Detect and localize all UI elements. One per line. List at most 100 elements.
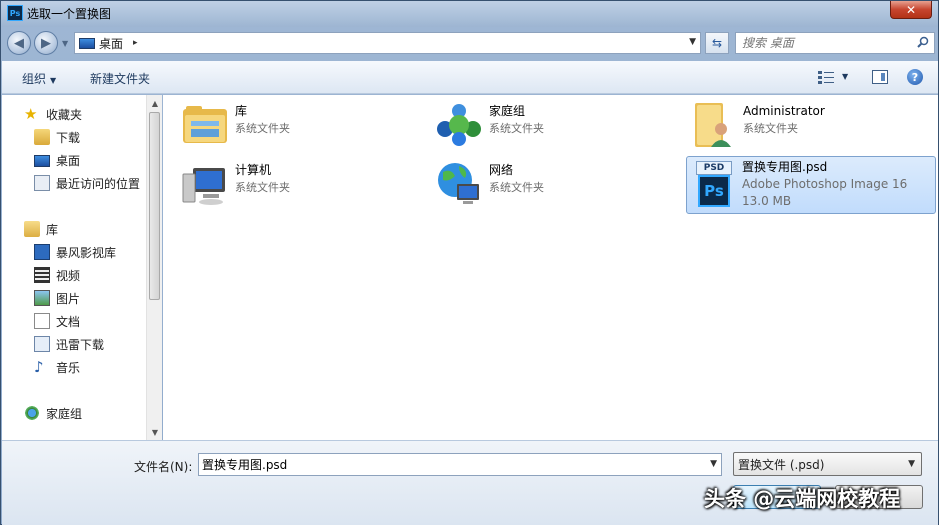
filename-dropdown-icon[interactable]: ▼	[710, 459, 717, 469]
nav-favorites[interactable]: ★ 收藏夹	[24, 104, 82, 124]
video-library-icon	[34, 244, 50, 260]
nav-favorites-label: 收藏夹	[46, 107, 83, 122]
list-item-psd-file[interactable]: PSD Ps 置换专用图.psd Adobe Photoshop Image 1…	[686, 156, 936, 214]
scrollbar-thumb[interactable]	[149, 112, 160, 300]
scroll-up-icon[interactable]: ▲	[147, 95, 163, 111]
address-bar[interactable]: 桌面 ▸ ▼	[74, 32, 701, 54]
title-bar: Ps 选取一个置换图 ✕	[1, 1, 938, 27]
psd-label: PSD	[696, 161, 732, 175]
homegroup-icon	[24, 405, 40, 421]
nav-item-thunder-downloads[interactable]: 迅雷下载	[34, 334, 104, 354]
recent-places-icon	[34, 175, 50, 191]
file-name-bar: 文件名(N): ▼ 置换文件 (.psd) ▼ 头条 @云端网校教程	[2, 440, 938, 525]
organize-menu[interactable]: 组织 ▼	[22, 70, 56, 87]
nav-item-label: 迅雷下载	[56, 337, 105, 352]
list-item-network[interactable]: 网络 系统文件夹	[435, 160, 544, 208]
watermark-text: 头条 @云端网校教程	[704, 487, 901, 511]
nav-item-label: 最近访问的位置	[56, 176, 141, 191]
nav-item-baofeng-library[interactable]: 暴风影视库	[34, 242, 116, 262]
list-item-homegroup[interactable]: 家庭组 系统文件夹	[435, 101, 544, 149]
item-type: 系统文件夹	[235, 181, 290, 194]
music-note-icon: ♪	[34, 358, 44, 376]
refresh-button[interactable]: ⇆	[705, 32, 729, 54]
nav-libraries[interactable]: 库	[24, 219, 58, 239]
nav-scrollbar[interactable]: ▲ ▼	[146, 95, 162, 440]
item-name: 置换专用图.psd	[742, 160, 828, 174]
filetype-select[interactable]: 置换文件 (.psd) ▼	[733, 452, 922, 476]
ps-logo: Ps	[698, 175, 730, 207]
nav-libraries-label: 库	[46, 222, 59, 237]
star-icon: ★	[24, 105, 38, 123]
nav-homegroup-label: 家庭组	[46, 406, 83, 421]
address-row: ◀ ▶ ▼ 桌面 ▸ ▼ ⇆	[1, 27, 938, 61]
back-button[interactable]: ◀	[7, 31, 31, 55]
file-dialog-window: Ps 选取一个置换图 ✕ ◀ ▶ ▼ 桌面 ▸ ▼ ⇆ 组织▼ 新建文件夹	[0, 0, 939, 525]
nav-item-label: 下载	[56, 130, 81, 145]
desktop-icon	[34, 155, 50, 167]
item-name: 计算机	[235, 163, 272, 177]
nav-item-recent-places[interactable]: 最近访问的位置	[34, 173, 140, 193]
document-icon	[34, 313, 50, 329]
downloads-folder-icon	[34, 129, 50, 145]
search-icon[interactable]	[917, 36, 929, 48]
file-list: 库 系统文件夹 家庭组 系统文件夹 Administrator 系统文件夹 计算…	[163, 95, 938, 440]
filetype-dropdown-icon: ▼	[908, 459, 915, 469]
nav-item-music[interactable]: ♪ 音乐	[34, 357, 80, 377]
filename-label: 文件名(N):	[134, 460, 193, 474]
view-options-dropdown-icon[interactable]: ▼	[842, 72, 848, 81]
nav-item-label: 桌面	[56, 153, 81, 168]
film-icon	[34, 267, 50, 283]
forward-button[interactable]: ▶	[34, 31, 58, 55]
nav-item-label: 暴风影视库	[56, 245, 117, 260]
item-size: 13.0 MB	[742, 194, 792, 208]
nav-item-label: 文档	[56, 314, 81, 329]
change-view-icon[interactable]	[818, 70, 834, 84]
scroll-down-icon[interactable]: ▼	[147, 424, 163, 440]
filename-input[interactable]	[202, 457, 692, 472]
item-type: 系统文件夹	[235, 122, 290, 135]
close-button[interactable]: ✕	[890, 1, 932, 19]
library-folder-icon	[183, 106, 227, 143]
nav-item-videos[interactable]: 视频	[34, 265, 80, 285]
homegroup-icon	[437, 104, 481, 146]
preview-pane-icon[interactable]	[872, 70, 888, 84]
filename-field[interactable]: ▼	[198, 453, 722, 476]
refresh-icon: ⇆	[711, 36, 723, 50]
photoshop-app-icon: Ps	[7, 5, 23, 21]
library-icon	[24, 221, 40, 237]
help-icon[interactable]: ?	[907, 69, 923, 85]
item-name: 网络	[489, 163, 514, 177]
nav-item-desktop[interactable]: 桌面	[34, 150, 80, 170]
list-item-administrator[interactable]: Administrator 系统文件夹	[689, 101, 825, 149]
nav-item-documents[interactable]: 文档	[34, 311, 80, 331]
item-type: 系统文件夹	[743, 122, 798, 135]
item-type: 系统文件夹	[489, 122, 544, 135]
nav-item-pictures[interactable]: 图片	[34, 288, 80, 308]
new-folder-button[interactable]: 新建文件夹	[90, 70, 150, 87]
address-location[interactable]: 桌面	[99, 35, 123, 52]
photoshop-file-icon: PSD Ps	[690, 159, 736, 209]
list-item-libraries[interactable]: 库 系统文件夹	[181, 101, 290, 149]
organize-label: 组织	[22, 72, 47, 86]
item-name: 库	[235, 104, 248, 118]
nav-homegroup[interactable]: 家庭组	[24, 403, 82, 423]
window-title: 选取一个置换图	[27, 7, 112, 21]
computer-icon	[182, 168, 225, 205]
navigation-pane: ★ 收藏夹 下载 桌面 最近访问的位置 库 暴风影视库 视频 图片 文档 迅雷下…	[2, 95, 162, 440]
search-box[interactable]	[735, 32, 935, 54]
nav-item-label: 音乐	[56, 360, 81, 375]
command-toolbar: 组织 ▼ 新建文件夹 ▼ ?	[2, 61, 938, 94]
nav-item-label: 图片	[56, 291, 81, 306]
item-type: 系统文件夹	[489, 181, 544, 194]
item-name: Administrator	[743, 104, 825, 118]
list-item-computer[interactable]: 计算机 系统文件夹	[181, 160, 290, 208]
breadcrumb-chevron-icon[interactable]: ▸	[133, 38, 138, 48]
recent-pages-dropdown-icon[interactable]: ▼	[62, 39, 68, 48]
search-input[interactable]	[742, 36, 912, 50]
user-folder-icon	[695, 103, 731, 147]
nav-item-downloads[interactable]: 下载	[34, 127, 80, 147]
item-name: 家庭组	[489, 104, 526, 118]
nav-item-label: 视频	[56, 268, 81, 283]
address-dropdown-icon[interactable]: ▼	[689, 37, 696, 47]
desktop-icon	[79, 37, 95, 49]
